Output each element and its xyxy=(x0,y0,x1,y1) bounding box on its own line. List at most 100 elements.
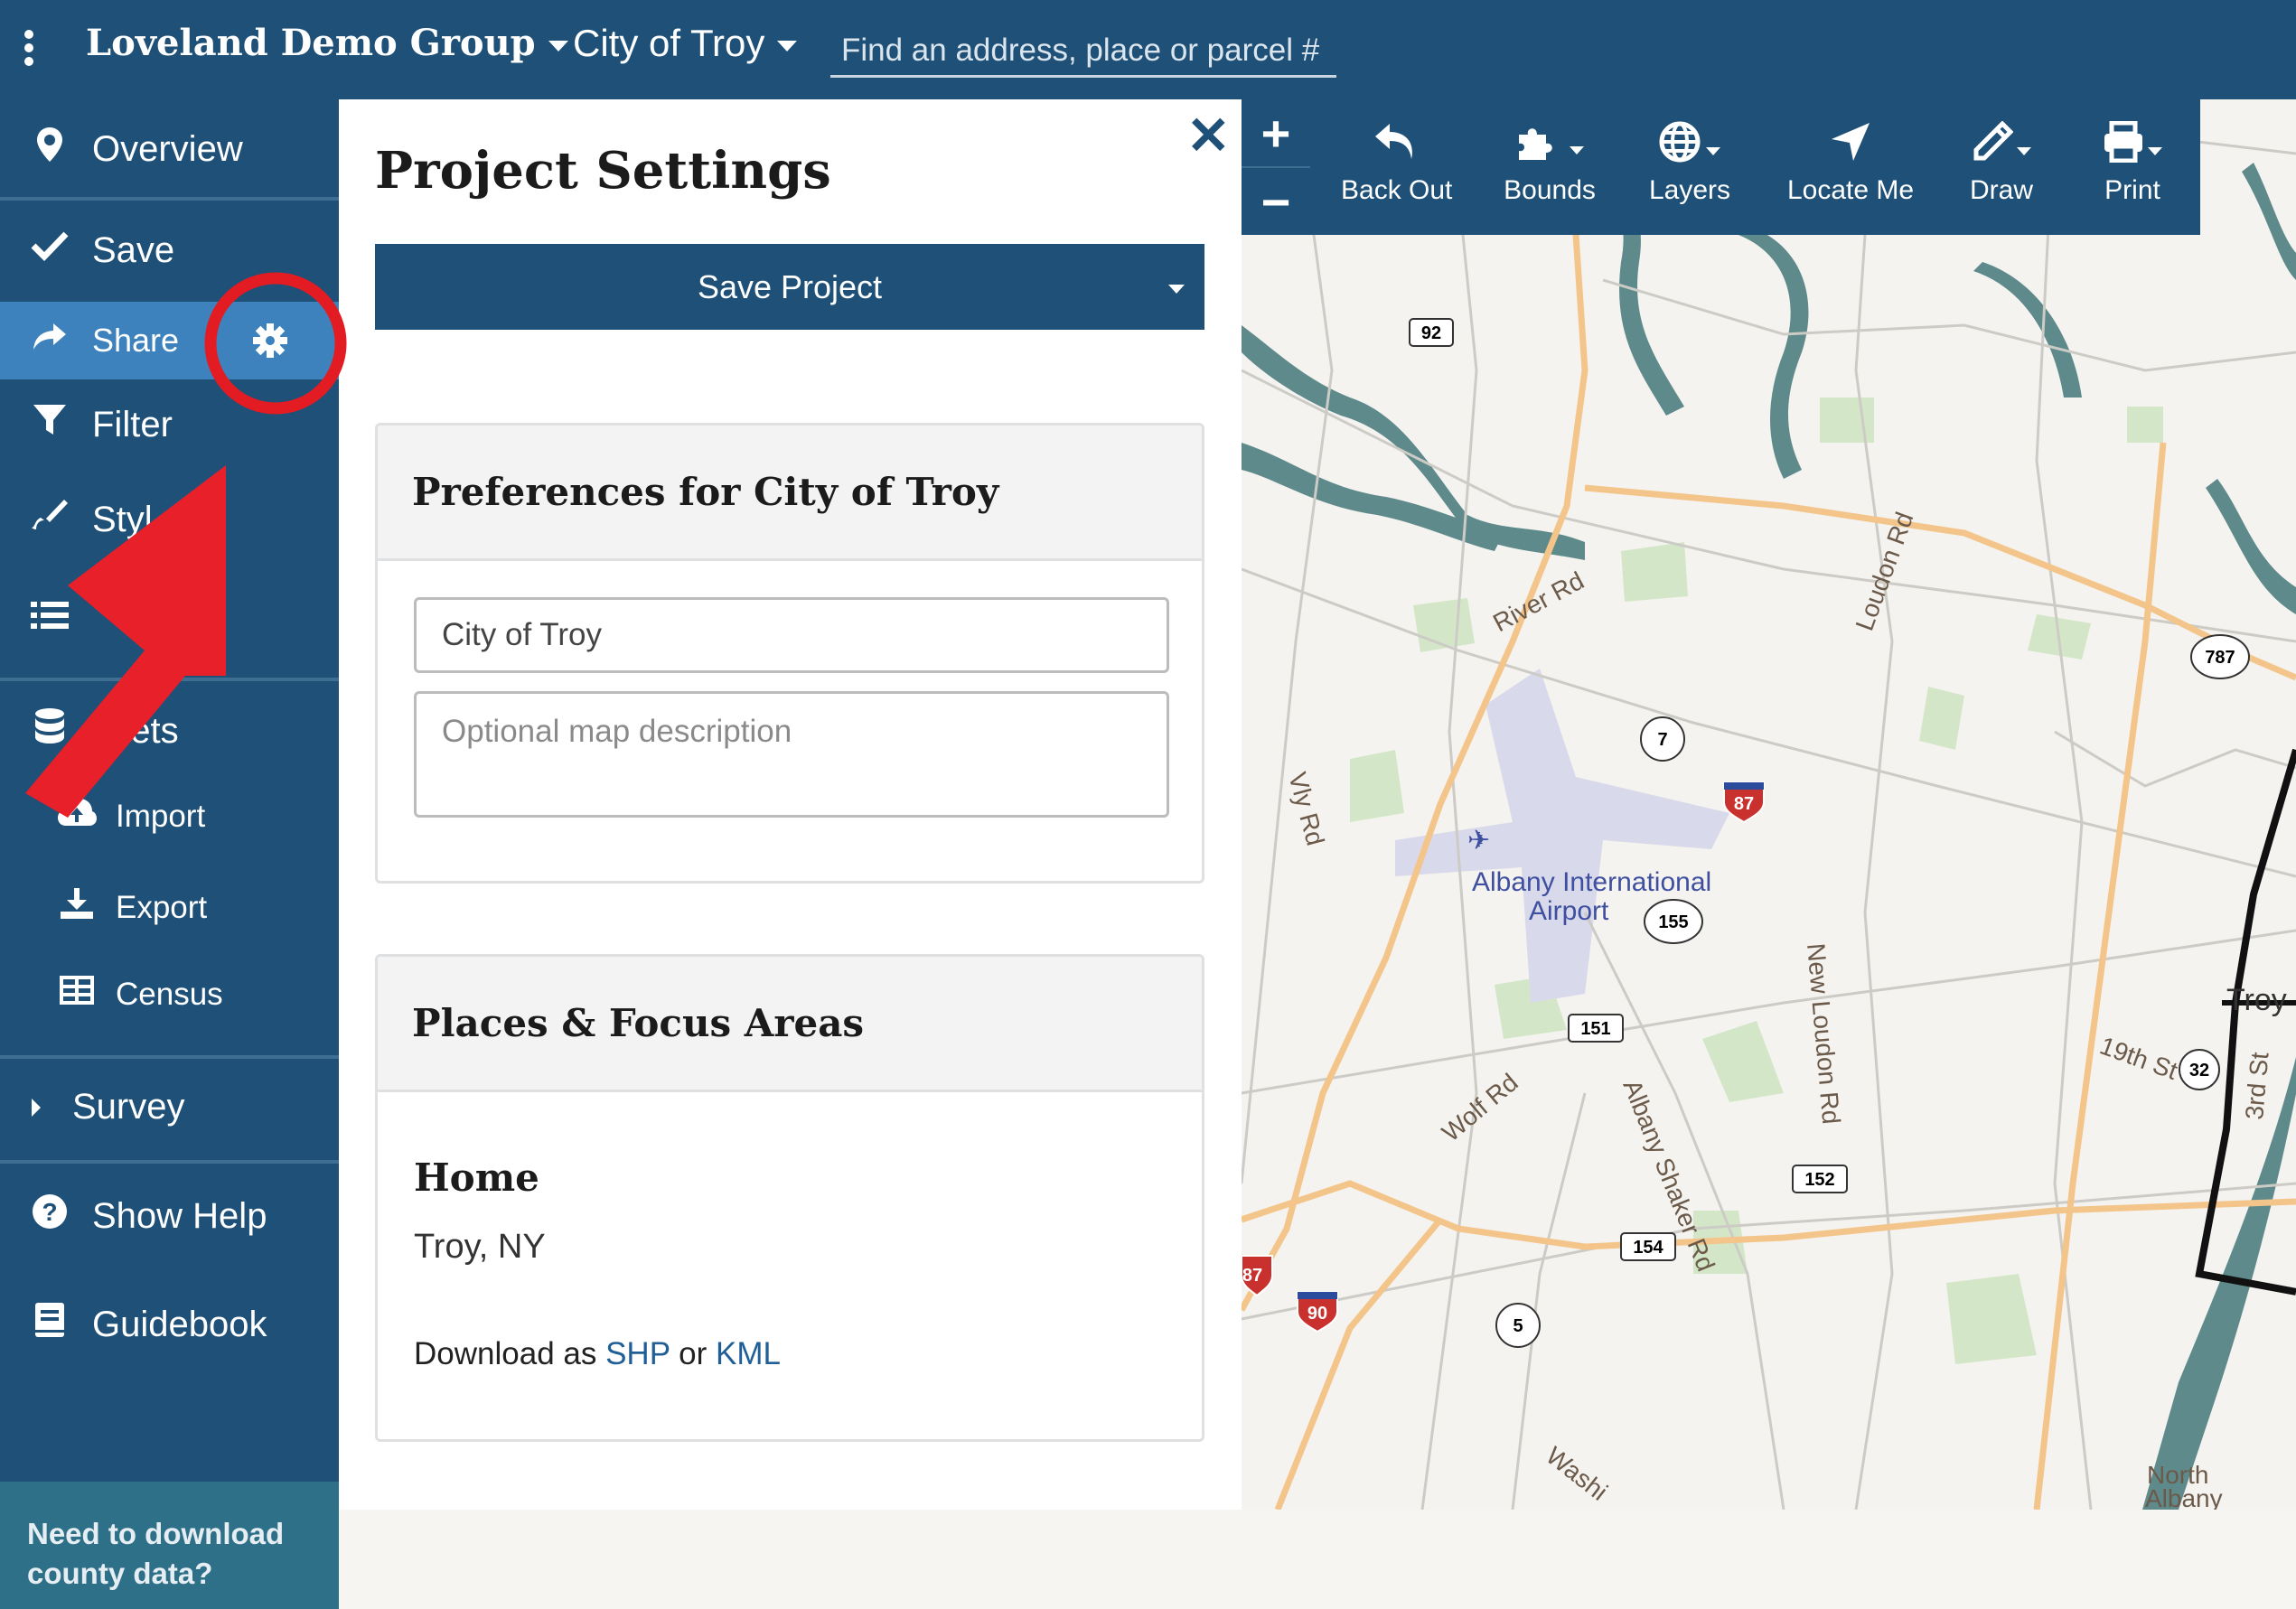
svg-text:151: 151 xyxy=(1580,1019,1610,1039)
check-icon xyxy=(27,229,72,271)
tool-label: Bounds xyxy=(1504,175,1596,205)
interstate-shield: 87 xyxy=(1723,781,1765,824)
sidebar-item-guidebook[interactable]: Guidebook xyxy=(0,1270,339,1379)
sidebar-item-list[interactable] xyxy=(0,569,339,669)
sidebar-item-export[interactable]: Export xyxy=(56,887,207,928)
print-button[interactable]: Print xyxy=(2087,120,2178,206)
layers-button[interactable]: Layers xyxy=(1645,121,1735,206)
map-label-3rd-st: 3rd St xyxy=(2240,1051,2273,1120)
tool-label: Back Out xyxy=(1341,175,1453,205)
sidebar-item-import[interactable]: Import xyxy=(56,797,205,836)
chevron-down-icon xyxy=(548,41,568,51)
chevron-down-icon xyxy=(1570,145,1584,154)
map-canvas[interactable]: ✈ Albany International Airport River Rd … xyxy=(1242,99,2296,1510)
sidebar-item-label: Export xyxy=(116,889,208,925)
chevron-down-icon[interactable] xyxy=(1168,285,1185,294)
svg-text:787: 787 xyxy=(2205,648,2235,668)
svg-text:5: 5 xyxy=(1513,1316,1523,1336)
chevron-down-icon xyxy=(1706,146,1720,155)
save-project-button[interactable]: Save Project xyxy=(375,244,1204,330)
download-shp-link[interactable]: SHP xyxy=(605,1336,670,1371)
caret-right-icon xyxy=(27,1087,45,1127)
zoom-in-button[interactable]: + xyxy=(1242,99,1310,166)
route-shield: 787 xyxy=(2190,634,2250,679)
map-description-field[interactable] xyxy=(414,691,1169,818)
sidebar-item-datasets[interactable]: asets xyxy=(0,681,339,781)
sidebar-item-label: Save xyxy=(92,229,175,270)
table-icon xyxy=(56,976,98,1013)
map-label-airport: Albany International xyxy=(1472,867,1711,897)
sidebar-item-share[interactable]: Share xyxy=(0,302,339,379)
project-name-field[interactable] xyxy=(414,597,1169,673)
download-line: Download as SHP or KML xyxy=(414,1336,781,1372)
close-icon[interactable]: ✕ xyxy=(1186,110,1231,163)
route-shield: 155 xyxy=(1644,899,1703,944)
sidebar-item-save[interactable]: Save xyxy=(0,201,339,300)
places-card: Places & Focus Areas Home Troy, NY Downl… xyxy=(375,954,1204,1442)
map-toolbar: Back Out Bounds Layers Locate Me Draw Pr… xyxy=(1310,99,2200,235)
sidebar-item-census[interactable]: Census xyxy=(56,976,223,1013)
zoom-out-button[interactable]: − xyxy=(1242,168,1310,235)
svg-text:92: 92 xyxy=(1421,323,1441,343)
preferences-heading: Preferences for City of Troy xyxy=(378,426,1202,561)
sidebar-item-help[interactable]: ? Show Help xyxy=(0,1164,339,1268)
search-input[interactable] xyxy=(830,25,1336,78)
map-label-wolf-rd: Wolf Rd xyxy=(1437,1068,1523,1146)
tool-label: Locate Me xyxy=(1787,175,1915,205)
panel-title: Project Settings xyxy=(375,141,831,201)
map-label-new-loudon-rd: New Loudon Rd xyxy=(1802,942,1845,1126)
svg-text:87: 87 xyxy=(1242,1266,1262,1286)
top-bar: Loveland Demo Group City of Troy xyxy=(0,0,2296,99)
sidebar-item-survey[interactable]: Survey xyxy=(0,1059,339,1155)
svg-text:155: 155 xyxy=(1658,912,1688,932)
back-out-button[interactable]: Back Out xyxy=(1341,121,1453,206)
sidebar-item-label: Styl xyxy=(92,499,153,539)
sidebar-item-label: Show Help xyxy=(92,1195,267,1236)
undo-arrow-icon xyxy=(1341,121,1449,175)
route-shield: 92 xyxy=(1409,318,1454,347)
svg-text:87: 87 xyxy=(1734,794,1754,814)
kebab-menu-icon[interactable] xyxy=(22,27,36,70)
project-settings-panel: Project Settings ✕ Save Project Preferen… xyxy=(339,99,1242,1510)
bounds-button[interactable]: Bounds xyxy=(1500,121,1599,206)
basemap: ✈ Albany International Airport River Rd … xyxy=(1242,99,2296,1510)
sidebar-item-style[interactable]: Styl xyxy=(0,470,339,569)
map-label-loudon-rd: Loudon Rd xyxy=(1851,509,1919,634)
book-icon xyxy=(27,1301,72,1348)
group-dropdown[interactable]: Loveland Demo Group xyxy=(86,22,568,64)
sidebar-item-label: Import xyxy=(116,798,206,834)
region-dropdown-label: City of Troy xyxy=(573,22,765,64)
download-kml-link[interactable]: KML xyxy=(716,1336,781,1371)
tool-label: Draw xyxy=(1969,175,2033,205)
tool-label: Layers xyxy=(1648,175,1731,205)
locate-me-button[interactable]: Locate Me xyxy=(1787,121,1914,206)
sidebar-item-label: asets xyxy=(92,710,179,751)
route-shield: 154 xyxy=(1620,1232,1676,1261)
list-icon xyxy=(27,599,72,640)
draw-button[interactable]: Draw xyxy=(1961,120,2042,206)
tool-label: Print xyxy=(2104,175,2160,205)
svg-text:32: 32 xyxy=(2189,1061,2209,1080)
county-data-callout[interactable]: Need to download county data? xyxy=(0,1482,339,1609)
globe-icon xyxy=(1645,121,1735,175)
gear-icon[interactable] xyxy=(251,322,293,363)
svg-text:✈: ✈ xyxy=(1467,825,1490,856)
pencil-icon xyxy=(1961,120,2042,175)
sidebar-item-label: Filter xyxy=(92,404,173,444)
filter-icon xyxy=(27,402,72,447)
chevron-down-icon xyxy=(777,40,798,51)
sidebar-item-label: Share xyxy=(92,322,180,359)
location-arrow-icon xyxy=(1787,121,1914,175)
region-dropdown[interactable]: City of Troy xyxy=(573,22,798,65)
map-label-vly-rd: Vly Rd xyxy=(1283,770,1329,849)
database-icon xyxy=(27,707,72,754)
share-arrow-icon xyxy=(27,321,72,361)
map-label-airport-2: Airport xyxy=(1529,896,1609,926)
sidebar-item-filter[interactable]: Filter xyxy=(0,379,339,470)
chevron-down-icon xyxy=(2017,146,2031,155)
svg-text:154: 154 xyxy=(1633,1238,1663,1258)
sidebar-item-overview[interactable]: Overview xyxy=(0,99,339,199)
zoom-control: + − xyxy=(1242,99,1310,235)
route-shield: 32 xyxy=(2179,1049,2220,1090)
download-prefix: Download as xyxy=(414,1336,597,1371)
